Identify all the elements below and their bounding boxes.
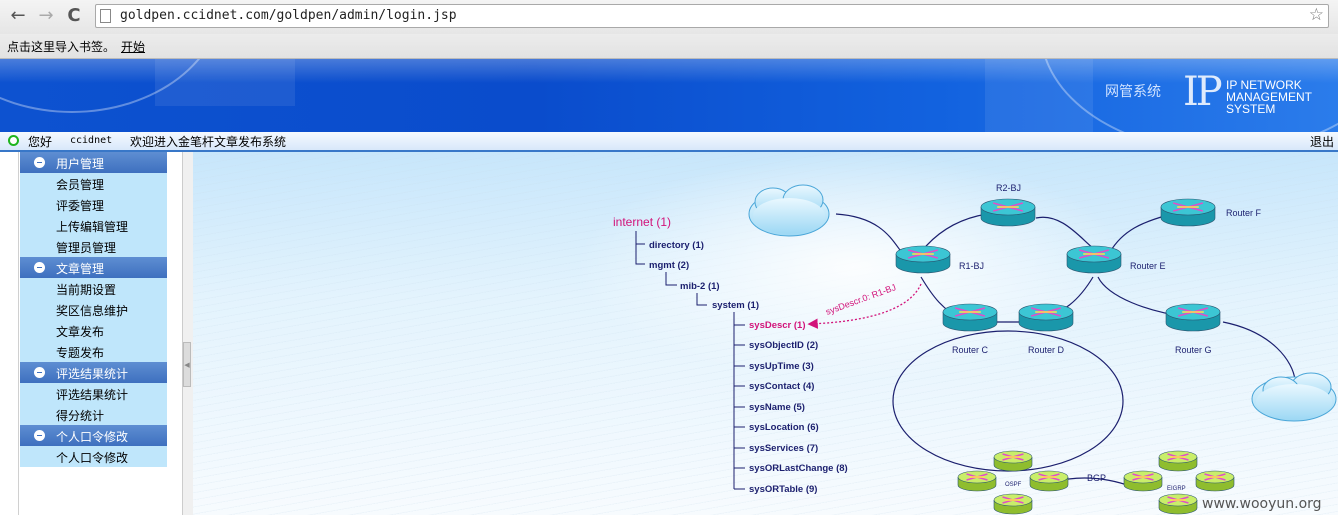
online-status-icon (8, 135, 19, 146)
menu-item-admin-management[interactable]: 管理员管理 (20, 236, 167, 257)
router-icon (957, 470, 997, 492)
menu-group-article-management[interactable]: 文章管理 (20, 257, 167, 278)
router-label-r2bj: R2-BJ (996, 183, 1021, 193)
sysdescr-arrow (807, 283, 922, 329)
bgp-label: BGP (1087, 473, 1106, 483)
menu-item-award-info[interactable]: 奖区信息维护 (20, 299, 167, 320)
bookmarks-bar: 点击这里导入书签。 开始 (0, 34, 1338, 59)
banner-label: 网管系统 (1105, 84, 1161, 100)
address-text: goldpen.ccidnet.com/goldpen/admin/login.… (120, 8, 457, 23)
tree-node-system: system (1) (712, 300, 759, 311)
watermark-text: www.wooyun.org (1202, 496, 1322, 512)
leaf-syslocation: sysLocation (6) (749, 422, 819, 433)
internet-cloud-icon (1251, 372, 1337, 422)
tree-node-directory: directory (1) (649, 240, 704, 251)
router-icon (1158, 450, 1198, 472)
tree-node-mib2: mib-2 (1) (680, 281, 720, 292)
leaf-sysorlastchange: sysORLastChange (8) (749, 463, 848, 474)
menu-item-upload-editor-management[interactable]: 上传编辑管理 (20, 215, 167, 236)
sidebar-menu: 用户管理 会员管理 评委管理 上传编辑管理 管理员管理 文章管理 当前期设置 奖… (20, 152, 167, 467)
banner-logo: IP (1183, 69, 1223, 115)
leaf-sysobjectid: sysObjectID (2) (749, 340, 818, 351)
router-label-g: Router G (1175, 345, 1212, 355)
network-diagram: internet (1) directory (1) mgmt (2) mib-… (613, 183, 1337, 515)
leaf-sysservices: sysServices (7) (749, 443, 818, 454)
menu-item-current-period[interactable]: 当前期设置 (20, 278, 167, 299)
collapse-icon (34, 157, 45, 168)
main-content: internet (1) directory (1) mgmt (2) mib-… (193, 152, 1338, 515)
router-icon (942, 303, 998, 332)
menu-group-user-management[interactable]: 用户管理 (20, 152, 167, 173)
menu-item-results-stats[interactable]: 评选结果统计 (20, 383, 167, 404)
browser-toolbar: ← → C goldpen.ccidnet.com/goldpen/admin/… (0, 0, 1338, 34)
bookmark-star-icon[interactable]: ☆ (1309, 5, 1324, 25)
leaf-sysuptime: sysUpTime (3) (749, 361, 814, 372)
menu-item-password-change[interactable]: 个人口令修改 (20, 446, 167, 467)
menu-group-password-change[interactable]: 个人口令修改 (20, 425, 167, 446)
welcome-text: 欢迎进入金笔杆文章发布系统 (130, 135, 287, 149)
menu-group-results-stats[interactable]: 评选结果统计 (20, 362, 167, 383)
collapse-icon (34, 430, 45, 441)
leaf-syscontact: sysContact (4) (749, 381, 814, 392)
router-icon (993, 450, 1033, 472)
logout-link[interactable]: 退出 (1310, 133, 1334, 150)
status-bar: 您好 ccidnet 欢迎进入金笔杆文章发布系统 退出 (0, 132, 1338, 152)
site-banner: 网管系统 IP IP NETWORK MANAGEMENT SYSTEM (0, 59, 1338, 132)
menu-item-judge-management[interactable]: 评委管理 (20, 194, 167, 215)
username-text: ccidnet (70, 135, 113, 146)
router-icon (980, 198, 1036, 227)
ospf-label: OSPF (1005, 482, 1022, 488)
sidebar: 用户管理 会员管理 评委管理 上传编辑管理 管理员管理 文章管理 当前期设置 奖… (0, 152, 193, 515)
menu-item-score-stats[interactable]: 得分统计 (20, 404, 167, 425)
router-label-f: Router F (1226, 208, 1262, 218)
router-icon (1123, 470, 1163, 492)
router-icon (1158, 493, 1198, 515)
greeting-text: 您好 (28, 135, 53, 149)
router-icon (1160, 198, 1216, 227)
leaf-sysname: sysName (5) (749, 402, 805, 413)
banner-logo-text: IP NETWORK MANAGEMENT SYSTEM (1226, 78, 1313, 116)
leaf-sysortable: sysORTable (9) (749, 484, 817, 495)
back-icon[interactable]: ← (8, 6, 28, 26)
router-icon (1018, 303, 1074, 332)
router-label-e: Router E (1130, 261, 1166, 271)
forward-icon[interactable]: → (36, 6, 56, 26)
leaf-sysdescr: sysDescr (1) (749, 320, 806, 331)
router-icon (895, 245, 951, 274)
router-icon (993, 493, 1033, 515)
sidebar-splitter[interactable] (182, 152, 193, 515)
router-icon (1165, 303, 1221, 332)
router-label-r1bj: R1-BJ (959, 261, 984, 271)
bookmarks-start-link[interactable]: 开始 (121, 38, 145, 55)
collapse-icon (34, 367, 45, 378)
page-icon (100, 9, 111, 23)
router-icon (1029, 470, 1069, 492)
router-icon (1195, 470, 1235, 492)
tree-node-mgmt: mgmt (2) (649, 260, 689, 271)
internet-cloud-icon (748, 184, 830, 237)
menu-item-publish-article[interactable]: 文章发布 (20, 320, 167, 341)
address-bar[interactable]: goldpen.ccidnet.com/goldpen/admin/login.… (95, 4, 1329, 28)
menu-item-member-management[interactable]: 会员管理 (20, 173, 167, 194)
menu-item-publish-topic[interactable]: 专题发布 (20, 341, 167, 362)
router-icon (1066, 245, 1122, 274)
collapse-icon (34, 262, 45, 273)
router-label-c: Router C (952, 345, 989, 355)
router-label-d: Router D (1028, 345, 1065, 355)
splitter-handle-icon[interactable]: ◀ (183, 342, 191, 387)
reload-icon[interactable]: C (64, 6, 84, 26)
eigrp-label: EIGRP (1167, 486, 1186, 492)
tree-root-label: internet (1) (613, 215, 671, 229)
bookmarks-hint: 点击这里导入书签。 (7, 40, 116, 54)
